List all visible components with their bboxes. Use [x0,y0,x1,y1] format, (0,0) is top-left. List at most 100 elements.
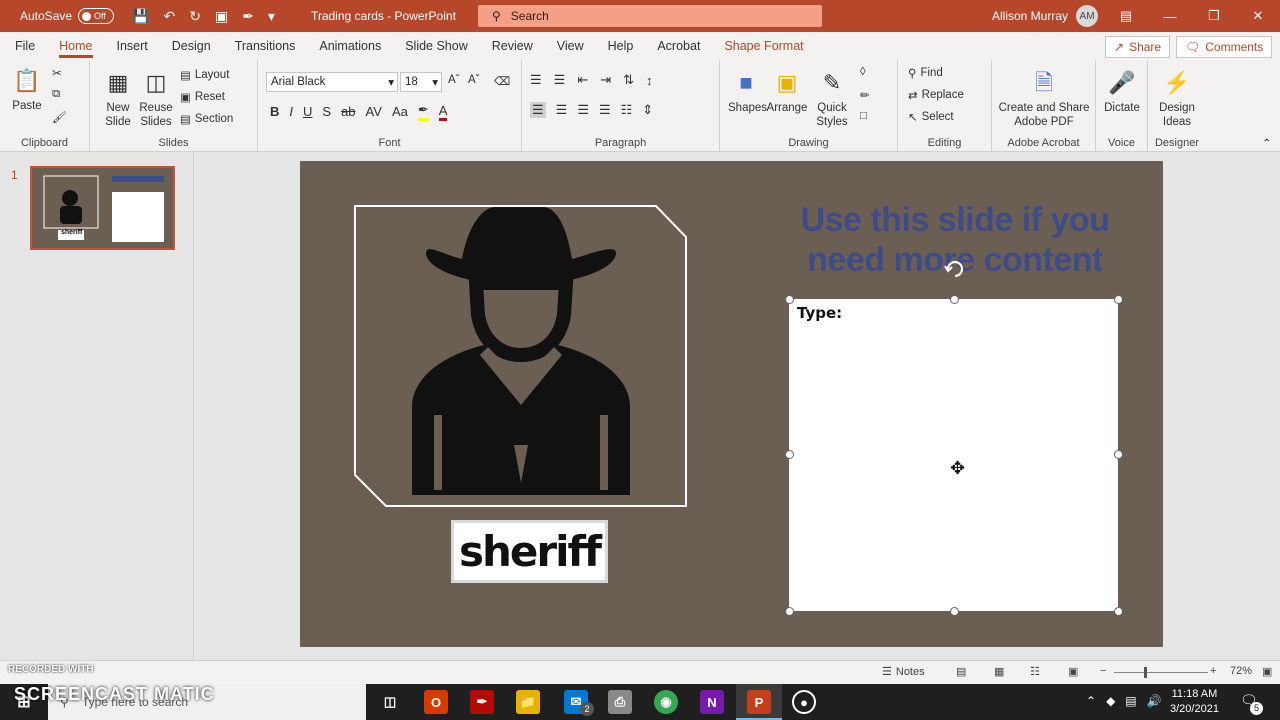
normal-view-icon[interactable]: ▤ [956,665,966,678]
reuse-slides-button[interactable]: ◫ Reuse Slides [138,68,174,129]
highlight-icon[interactable]: ✒ [417,102,429,121]
underline-icon[interactable]: U [303,104,312,119]
customize-icon[interactable]: ▾ [268,8,275,25]
shadow-icon[interactable]: S [322,104,331,119]
onenote-icon[interactable]: N [700,690,724,714]
zoom-out-icon[interactable]: − [1100,665,1106,677]
chevron-up-icon[interactable]: ⌃ [1086,694,1096,708]
new-slide-button[interactable]: ▦ New Slide [98,68,138,129]
clear-formatting-icon[interactable]: ⌫ [494,74,510,88]
tab-acrobat[interactable]: Acrobat [645,32,712,60]
resize-handle-se[interactable] [1114,607,1123,616]
tab-home[interactable]: Home [47,32,104,60]
tab-transitions[interactable]: Transitions [223,32,308,60]
change-case-icon[interactable]: Aa [392,104,408,119]
paste-button[interactable]: 📋 Paste [10,66,44,113]
office-icon[interactable]: O [424,690,448,714]
copy-icon[interactable]: ⧉ [52,88,60,101]
zoom-level[interactable]: 72% [1230,665,1252,677]
close-icon[interactable]: ✕ [1236,0,1280,32]
autosave-toggle[interactable]: Off [78,8,115,24]
resize-handle-s[interactable] [950,607,959,616]
reading-view-icon[interactable]: ☷ [1030,665,1040,678]
numbering-icon[interactable]: ☰ [554,72,566,88]
dropbox-icon[interactable]: ◆ [1106,694,1115,708]
line-spacing-icon[interactable]: ⇅ [623,72,634,88]
resize-handle-ne[interactable] [1114,295,1123,304]
resize-handle-n[interactable] [950,295,959,304]
font-size-select[interactable]: 18 ▾ [400,72,442,92]
cut-icon[interactable]: ✂ [52,66,62,80]
decrease-indent-icon[interactable]: ⇤ [577,72,588,88]
tab-animations[interactable]: Animations [307,32,393,60]
layout-button[interactable]: ▤ Layout [180,68,229,82]
tab-review[interactable]: Review [480,32,545,60]
share-button[interactable]: ↗ Share [1105,36,1171,58]
autosave[interactable]: AutoSave Off [20,8,115,24]
align-right-icon[interactable]: ☰ [577,102,589,118]
user-account[interactable]: Allison Murray AM [992,0,1099,32]
scanner-icon[interactable]: ⎙ [608,690,632,714]
save-icon[interactable]: 💾 [132,8,149,25]
char-spacing-icon[interactable]: AV [366,104,382,119]
resize-handle-e[interactable] [1114,450,1123,459]
volume-icon[interactable]: 🔊 [1147,694,1162,708]
arrange-button[interactable]: ▣ Arrange [766,68,808,115]
tab-file[interactable]: File [3,32,47,60]
design-ideas-button[interactable]: ⚡ Design Ideas [1152,68,1202,129]
justify-icon[interactable]: ☰ [599,102,611,118]
pen-icon[interactable]: ✒ [242,8,254,25]
dictate-button[interactable]: 🎤 Dictate [1100,68,1144,115]
network-icon[interactable]: ▤ [1125,694,1136,708]
text-direction-icon[interactable]: ↕ [646,73,653,88]
tab-insert[interactable]: Insert [105,32,160,60]
align-text-icon[interactable]: ⇕ [642,102,653,118]
shrink-font-icon[interactable]: Aˇ [468,74,480,86]
present-icon[interactable]: ▣ [215,8,228,25]
notes-button[interactable]: ☰ Notes [882,665,925,679]
bold-icon[interactable]: B [270,104,279,119]
sheriff-image[interactable] [354,205,688,508]
rotate-handle-icon[interactable] [944,258,966,280]
create-pdf-button[interactable]: 🗎 Create and Share Adobe PDF [996,68,1092,129]
fit-to-window-icon[interactable]: ▣ [1262,665,1272,678]
acrobat-icon[interactable]: ✒ [470,690,494,714]
minimize-icon[interactable]: — [1148,0,1192,32]
slide-sorter-icon[interactable]: ▦ [994,665,1004,678]
replace-button[interactable]: ⇄ Replace [908,88,964,102]
resize-handle-w[interactable] [785,450,794,459]
ribbon-display-icon[interactable]: ▤ [1104,0,1148,32]
font-color-icon[interactable]: A [438,103,448,121]
slideshow-icon[interactable]: ▣ [1068,665,1078,678]
tab-help[interactable]: Help [596,32,646,60]
tab-slide-show[interactable]: Slide Show [393,32,480,60]
columns-icon[interactable]: ☷ [621,102,633,118]
shape-fill-icon[interactable]: ◊ [860,66,866,78]
reset-button[interactable]: ▣ Reset [180,90,225,104]
system-clock[interactable]: 11:18 AM 3/20/2021 [1170,687,1219,717]
comments-button[interactable]: 🗨 Comments [1176,36,1273,58]
quick-styles-button[interactable]: ✎ Quick Styles [812,68,852,129]
card-label[interactable]: sheriff [451,520,608,583]
font-name-select[interactable]: Arial Black ▾ [266,72,398,92]
strikethrough-icon[interactable]: ab [341,104,355,119]
task-view-icon[interactable]: ◫ [378,690,402,714]
select-button[interactable]: ↖ Select [908,110,954,124]
find-button[interactable]: ⚲ Find [908,66,943,80]
italic-icon[interactable]: I [289,104,293,119]
collapse-ribbon-icon[interactable]: ⌃ [1262,136,1272,150]
zoom-slider-thumb[interactable] [1144,667,1147,678]
restore-icon[interactable]: ❐ [1192,0,1236,32]
tab-view[interactable]: View [545,32,596,60]
chrome-icon[interactable]: ◉ [654,690,678,714]
search-input[interactable]: ⚲ Search [478,5,822,27]
zoom-slider[interactable] [1114,672,1208,673]
resize-handle-nw[interactable] [785,295,794,304]
file-explorer-icon[interactable]: 📁 [516,690,540,714]
redo-icon[interactable]: ↻ [189,8,201,25]
align-center-icon[interactable]: ☰ [556,102,568,118]
format-painter-icon[interactable]: 🖌 [52,110,67,124]
increase-indent-icon[interactable]: ⇥ [600,72,611,88]
bullets-icon[interactable]: ☰ [530,72,542,88]
align-left-icon[interactable]: ☰ [530,102,546,118]
